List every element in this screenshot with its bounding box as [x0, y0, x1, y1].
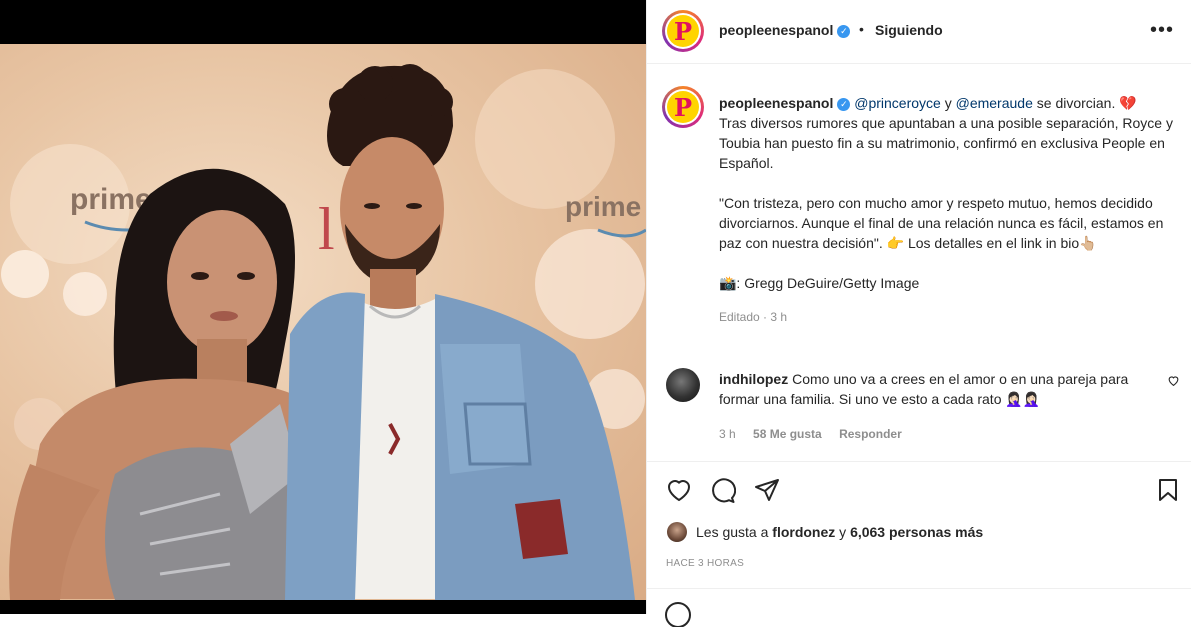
people-logo-icon: P [667, 91, 699, 123]
post-actions-bar [647, 461, 1191, 522]
header-separator-dot: • [859, 21, 864, 37]
comment-like-heart-icon[interactable] [1167, 374, 1180, 392]
likes-others-link[interactable]: 6,063 personas más [850, 524, 983, 540]
caption-conjunction: y [940, 95, 956, 111]
emoji-icon[interactable] [664, 601, 694, 627]
people-logo-icon: P [667, 15, 699, 47]
caption-body-1: Tras diversos rumores que apuntaban a un… [719, 115, 1173, 171]
likes-summary: Les gusta a flordonez y 6,063 personas m… [696, 524, 983, 540]
likes-prefix: Les gusta a [696, 524, 773, 540]
mention-link[interactable]: @princeroyce [854, 95, 941, 111]
post-header: P peopleenespanol ✓ • Siguiendo ••• [647, 0, 1191, 64]
commenter-avatar[interactable] [666, 368, 700, 402]
account-avatar[interactable]: P [662, 10, 704, 52]
comment-composer [647, 588, 1191, 627]
header-username[interactable]: peopleenespanol [719, 22, 833, 38]
comment-reply-button[interactable]: Responder [839, 427, 902, 441]
mention-link[interactable]: @emeraude [956, 95, 1033, 111]
comment-meta: 3 h 58 Me gusta Responder [719, 427, 916, 441]
caption-photo-credit: 📸: Gregg DeGuire/Getty Image [719, 275, 920, 291]
verified-badge-icon: ✓ [837, 24, 851, 38]
post-details-panel: P peopleenespanol ✓ • Siguiendo ••• P peo… [646, 0, 1191, 627]
header-username-block: peopleenespanol ✓ [719, 22, 851, 38]
comment: indhilopez Como uno va a crees en el amo… [719, 369, 1159, 409]
liker-avatar[interactable] [667, 522, 687, 542]
svg-text:l: l [318, 196, 335, 262]
post-media-pane: prime vi prime l [0, 0, 646, 614]
caption-headline-rest: se divorcian. 💔 [1032, 95, 1137, 111]
photo-illustration: prime vi prime l [1, 64, 646, 600]
backdrop-brand-text-right: prime [565, 191, 641, 222]
post-photo[interactable]: prime vi prime l [0, 44, 646, 600]
comment-bubble-icon[interactable] [710, 478, 737, 509]
caption-avatar[interactable]: P [662, 86, 704, 128]
caption-username[interactable]: peopleenespanol [719, 95, 833, 111]
post-timestamp: HACE 3 HORAS [666, 558, 745, 569]
like-heart-icon[interactable] [666, 478, 692, 507]
caption-headline: peopleenespanol ✓ @princeroyce y @emeraud… [719, 93, 1179, 113]
post-caption: peopleenespanol ✓ @princeroyce y @emeraud… [719, 93, 1179, 327]
comment-likes-count[interactable]: 58 Me gusta [753, 427, 822, 441]
caption-body-2: "Con tristeza, pero con mucho amor y res… [719, 195, 1164, 251]
share-send-icon[interactable] [754, 478, 780, 507]
following-button[interactable]: Siguiendo [875, 22, 943, 38]
caption-edited-meta: Editado · 3 h [719, 310, 788, 324]
likes-user-link[interactable]: flordonez [772, 524, 835, 540]
comment-time: 3 h [719, 427, 736, 441]
more-options-icon[interactable]: ••• [1150, 20, 1174, 40]
save-bookmark-icon[interactable] [1158, 478, 1178, 507]
likes-conjunction: y [835, 524, 851, 540]
verified-badge-icon: ✓ [837, 97, 851, 111]
comment-username[interactable]: indhilopez [719, 371, 788, 387]
